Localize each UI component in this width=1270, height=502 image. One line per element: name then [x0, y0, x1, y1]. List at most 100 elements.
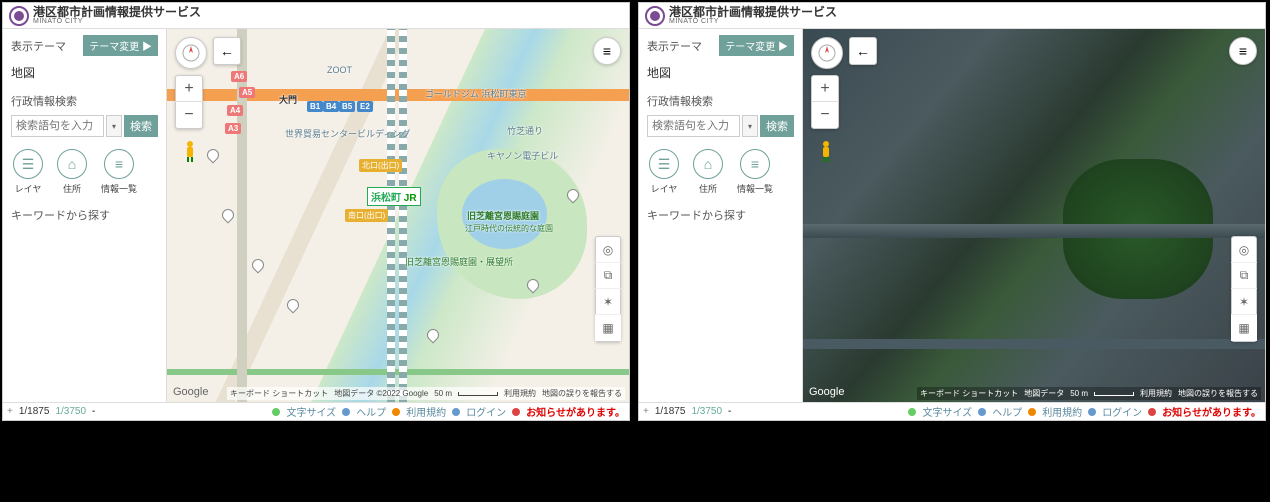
menu-button[interactable]: ≡ — [1229, 37, 1257, 65]
subway-a4: A4 — [227, 105, 243, 116]
takeshiba-label: 竹芝通り — [507, 124, 543, 137]
park-sublabel: 江戸時代の伝統的な庭園 — [465, 223, 553, 234]
google-logo: Google — [173, 386, 208, 398]
google-logo: Google — [809, 386, 844, 398]
mapdata-label: 地図データ ©2022 Google — [334, 388, 428, 399]
zoom-in-button[interactable]: + — [175, 76, 203, 102]
bullet-icon — [272, 408, 280, 416]
pegman-icon[interactable] — [181, 139, 199, 163]
goldgym-label: ゴールドジム 浜松町東京 — [425, 87, 527, 100]
tool-locate[interactable]: ◎ — [595, 237, 621, 263]
tool-copy[interactable]: ⧉ — [595, 263, 621, 289]
station-label: 浜松町 JR — [367, 187, 421, 206]
back-button[interactable]: ← — [213, 37, 241, 65]
map-canvas-satellite[interactable]: ← ≡ + − ◎ ⧉ ✶ ▦ Google キーボード ショートカット 地図デ… — [803, 29, 1265, 402]
tool-grid[interactable]: ▦ — [1231, 315, 1257, 341]
footer-help[interactable]: ヘルプ — [992, 404, 1022, 419]
zoom-out-button[interactable]: − — [175, 102, 203, 128]
right-tool-stack: ◎ ⧉ ✶ ▦ — [595, 236, 621, 342]
bullet-icon — [978, 408, 986, 416]
kbd-shortcut-link[interactable]: キーボード ショートカット — [230, 388, 328, 399]
subway-b5: B5 — [339, 101, 355, 112]
search-input[interactable] — [647, 115, 740, 137]
south-exit-label: 南口(出口) — [345, 209, 388, 222]
menu-button[interactable]: ≡ — [593, 37, 621, 65]
zoom-out-button[interactable]: − — [811, 102, 839, 128]
tool-settings[interactable]: ✶ — [595, 289, 621, 315]
footer-notice[interactable]: お知らせがあります。 — [526, 404, 625, 419]
footer-login[interactable]: ログイン — [466, 404, 506, 419]
bullet-icon — [342, 408, 350, 416]
tool-info-list[interactable]: ≡情報一覧 — [101, 149, 137, 195]
compass-icon[interactable] — [175, 37, 207, 69]
theme-label: 表示テーマ — [11, 38, 66, 54]
satellite-rail — [803, 224, 1265, 238]
footer-fontsize[interactable]: 文字サイズ — [286, 404, 336, 419]
map-attribution: キーボード ショートカット 地図データ ©2022 Google 50 m 利用… — [227, 387, 625, 400]
footer-help[interactable]: ヘルプ — [356, 404, 386, 419]
kbd-shortcut-link[interactable]: キーボード ショートカット — [920, 388, 1018, 399]
tool-copy[interactable]: ⧉ — [1231, 263, 1257, 289]
pavilion-label: 旧芝離宮恩賜庭園・展望所 — [405, 255, 513, 268]
tool-locate[interactable]: ◎ — [1231, 237, 1257, 263]
scale-secondary: 1/3750 — [691, 406, 722, 417]
app-title: 港区都市計画情報提供サービス — [33, 6, 201, 18]
footer-notice[interactable]: お知らせがあります。 — [1162, 404, 1261, 419]
bullet-icon — [1028, 408, 1036, 416]
footer-login[interactable]: ログイン — [1102, 404, 1142, 419]
report-link[interactable]: 地図の誤りを報告する — [1178, 388, 1258, 399]
search-dropdown-icon[interactable]: ▾ — [742, 115, 758, 137]
scale-label: 50 m — [1070, 389, 1088, 398]
expand-button[interactable]: + — [7, 406, 13, 417]
tool-address[interactable]: ⌂住所 — [693, 149, 723, 195]
tool-layer[interactable]: ☰レイヤ — [649, 149, 679, 195]
pegman-icon[interactable] — [817, 139, 835, 163]
tool-info-list[interactable]: ≡情報一覧 — [737, 149, 773, 195]
terms-link[interactable]: 利用規約 — [504, 388, 536, 399]
subway-a3: A3 — [225, 123, 241, 134]
header: 港区都市計画情報提供サービス MINATO CITY — [639, 3, 1265, 29]
footer-terms[interactable]: 利用規約 — [1042, 404, 1082, 419]
scale-label: 50 m — [434, 389, 452, 398]
app-subtitle: MINATO CITY — [669, 18, 837, 25]
bullet-icon — [1148, 408, 1156, 416]
tool-grid[interactable]: ▦ — [595, 315, 621, 341]
search-button[interactable]: 検索 — [760, 115, 794, 137]
zoot-label: ZOOT — [327, 65, 352, 75]
theme-change-button[interactable]: テーマ変更 ▶ — [83, 35, 158, 56]
search-input[interactable] — [11, 115, 104, 137]
tool-layer[interactable]: ☰レイヤ — [13, 149, 43, 195]
bullet-icon — [1088, 408, 1096, 416]
wtc-label: 世界貿易センタービルディング — [285, 127, 410, 140]
subway-b4: B4 — [323, 101, 339, 112]
report-link[interactable]: 地図の誤りを報告する — [542, 388, 622, 399]
compass-icon[interactable] — [811, 37, 843, 69]
park-label: 旧芝離宮恩賜庭園 — [467, 209, 539, 222]
app-left: 港区都市計画情報提供サービス MINATO CITY 表示テーマ テーマ変更 ▶… — [2, 2, 630, 421]
theme-value: 地図 — [11, 62, 158, 87]
footer-fontsize[interactable]: 文字サイズ — [922, 404, 972, 419]
expand-button[interactable]: + — [643, 406, 649, 417]
search-button[interactable]: 検索 — [124, 115, 158, 137]
app-right: 港区都市計画情報提供サービス MINATO CITY 表示テーマ テーマ変更 ▶… — [638, 2, 1266, 421]
logo-icon — [9, 6, 29, 26]
right-tool-stack: ◎ ⧉ ✶ ▦ — [1231, 236, 1257, 342]
map-canvas-street[interactable]: 浜松町 JR 北口(出口) 南口(出口) 旧芝離宮恩賜庭園 江戸時代の伝統的な庭… — [167, 29, 629, 402]
zoom-in-button[interactable]: + — [811, 76, 839, 102]
scale-primary: 1/1875 — [19, 406, 50, 417]
sidebar: 表示テーマ テーマ変更 ▶ 地図 行政情報検索 ▾ 検索 ☰レイヤ ⌂住所 ≡情… — [3, 29, 167, 402]
footer: + 1/1875 1/3750 - 文字サイズ ヘルプ 利用規約 ログイン お知… — [3, 402, 629, 420]
back-button[interactable]: ← — [849, 37, 877, 65]
footer-dash: - — [92, 406, 95, 417]
footer: + 1/1875 1/3750 - 文字サイズ ヘルプ 利用規約 ログイン お知… — [639, 402, 1265, 420]
footer-dash: - — [728, 406, 731, 417]
tool-settings[interactable]: ✶ — [1231, 289, 1257, 315]
footer-terms[interactable]: 利用規約 — [406, 404, 446, 419]
app-subtitle: MINATO CITY — [33, 18, 201, 25]
admin-search-label: 行政情報検索 — [11, 93, 158, 109]
logo-icon — [645, 6, 665, 26]
tool-address[interactable]: ⌂住所 — [57, 149, 87, 195]
theme-change-button[interactable]: テーマ変更 ▶ — [719, 35, 794, 56]
search-dropdown-icon[interactable]: ▾ — [106, 115, 122, 137]
terms-link[interactable]: 利用規約 — [1140, 388, 1172, 399]
